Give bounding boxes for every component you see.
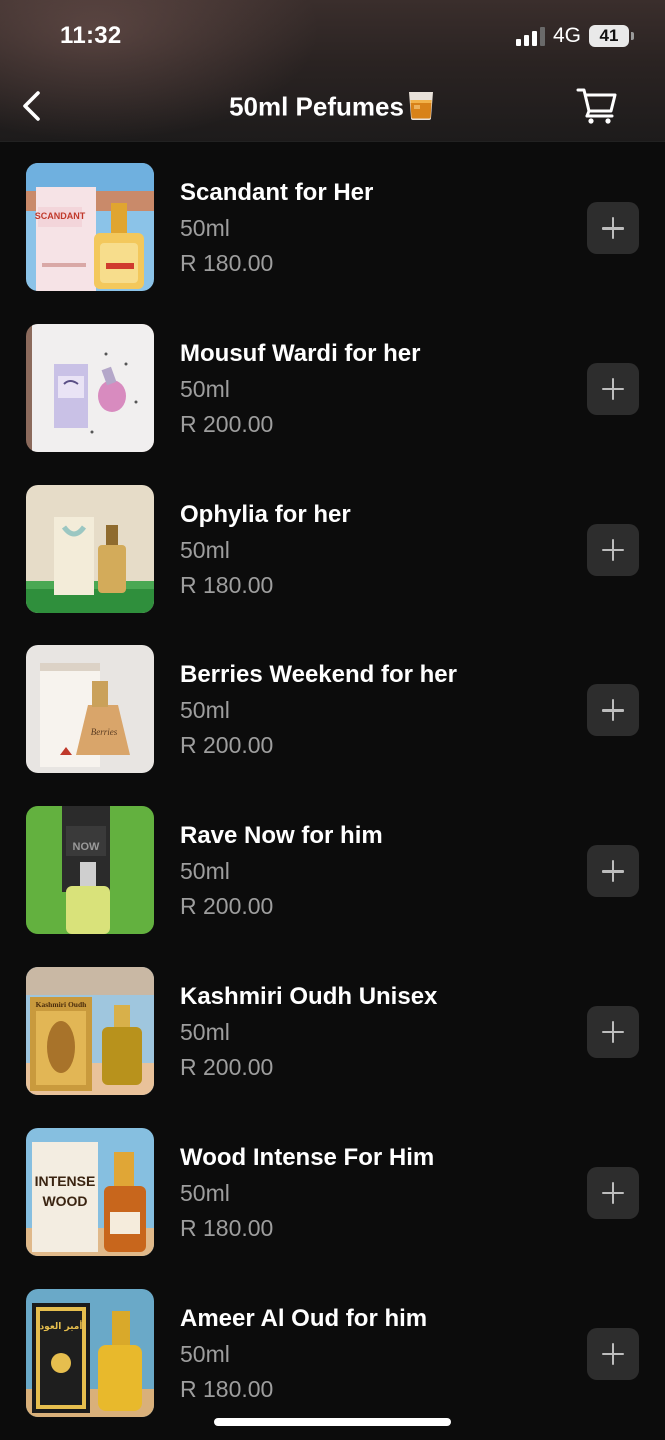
product-price: R 200.00 <box>180 410 274 437</box>
product-name: Wood Intense For Him <box>180 1143 435 1171</box>
product-price: R 180.00 <box>180 571 274 598</box>
product-name: Ameer Al Oud for him <box>180 1304 428 1332</box>
product-item[interactable]: Kashmiri Oudh Kashmiri Oudh Unisex 50ml … <box>0 946 665 1107</box>
product-size: 50ml <box>180 1179 230 1206</box>
product-list: SCANDANT Scandant for Her 50ml R 180.00 <box>0 142 665 1428</box>
product-image[interactable]: أمير العود <box>26 1288 154 1417</box>
svg-text:WOOD: WOOD <box>42 1193 87 1209</box>
product-image[interactable]: SCANDANT <box>26 163 154 291</box>
product-name: Berries Weekend for her <box>180 661 457 689</box>
product-name: Ophylia for her <box>180 500 351 528</box>
signal-icon <box>515 26 545 46</box>
product-image[interactable]: Kashmiri Oudh <box>26 966 154 1095</box>
product-item[interactable]: Ophylia for her 50ml R 180.00 <box>0 464 665 625</box>
svg-text:Berries: Berries <box>91 727 118 737</box>
product-image[interactable] <box>26 484 154 613</box>
status-indicators: 4G 41 <box>515 24 634 48</box>
product-price: R 200.00 <box>180 1053 274 1080</box>
product-name: Rave Now for him <box>180 822 383 850</box>
product-size: 50ml <box>180 215 230 241</box>
image-text: NOW <box>73 841 101 853</box>
header-bar: 11:32 4G 41 50ml Pefumes <box>0 0 665 142</box>
page-title-text: 50ml Pefumes <box>229 91 404 122</box>
add-to-cart-button[interactable] <box>587 1327 639 1380</box>
product-image[interactable] <box>26 323 154 452</box>
add-to-cart-button[interactable] <box>587 202 639 254</box>
cart-button[interactable] <box>575 84 619 126</box>
battery-level: 41 <box>599 26 619 45</box>
product-size: 50ml <box>180 536 230 563</box>
cart-icon <box>576 88 617 124</box>
product-price: R 180.00 <box>180 1375 274 1402</box>
image-text: Kashmiri Oudh <box>36 1000 87 1009</box>
home-indicator[interactable] <box>214 1418 451 1426</box>
network-label: 4G <box>552 24 581 47</box>
product-name: Scandant for Her <box>180 179 374 206</box>
add-to-cart-button[interactable] <box>587 684 639 737</box>
image-text: SCANDANT <box>35 211 86 221</box>
product-size: 50ml <box>180 375 230 402</box>
product-name: Mousuf Wardi for her <box>180 339 421 367</box>
product-price: R 180.00 <box>180 250 274 276</box>
product-item[interactable]: NOW Rave Now for him 50ml R 200.00 <box>0 785 665 946</box>
product-price: R 180.00 <box>180 1214 274 1241</box>
product-name: Kashmiri Oudh Unisex <box>180 982 438 1010</box>
product-image[interactable]: NOW <box>26 806 154 935</box>
product-size: 50ml <box>180 858 230 885</box>
image-text: أمير العود <box>40 1320 83 1332</box>
add-to-cart-button[interactable] <box>587 362 639 415</box>
product-item[interactable]: Mousuf Wardi for her 50ml R 200.00 <box>0 303 665 464</box>
product-price: R 200.00 <box>180 893 274 920</box>
product-item[interactable]: Berries Berries Weekend for her 50ml R 2… <box>0 624 665 785</box>
add-to-cart-button[interactable] <box>587 845 639 898</box>
page-title: 50ml Pefumes <box>0 88 665 129</box>
whisky-glass-icon <box>406 88 436 129</box>
add-to-cart-button[interactable] <box>587 1166 639 1219</box>
add-to-cart-button[interactable] <box>587 523 639 576</box>
add-to-cart-button[interactable] <box>587 1005 639 1058</box>
app-screen: 11:32 4G 41 50ml Pefumes SCANDANT Scanda… <box>0 0 665 1440</box>
product-image[interactable]: Berries <box>26 645 154 774</box>
product-price: R 200.00 <box>180 732 274 759</box>
product-size: 50ml <box>180 697 230 724</box>
battery-icon: 41 <box>589 25 634 47</box>
product-size: 50ml <box>180 1340 230 1367</box>
product-item[interactable]: أمير العود Ameer Al Oud for him 50ml R 1… <box>0 1268 665 1429</box>
svg-text:INTENSE: INTENSE <box>35 1173 96 1189</box>
product-size: 50ml <box>180 1018 230 1045</box>
product-image[interactable]: INTENSE WOOD <box>26 1127 154 1256</box>
status-time: 11:32 <box>60 22 122 49</box>
product-item[interactable]: SCANDANT Scandant for Her 50ml R 180.00 <box>0 142 665 303</box>
product-item[interactable]: INTENSE WOOD Wood Intense For Him 50ml R… <box>0 1107 665 1268</box>
